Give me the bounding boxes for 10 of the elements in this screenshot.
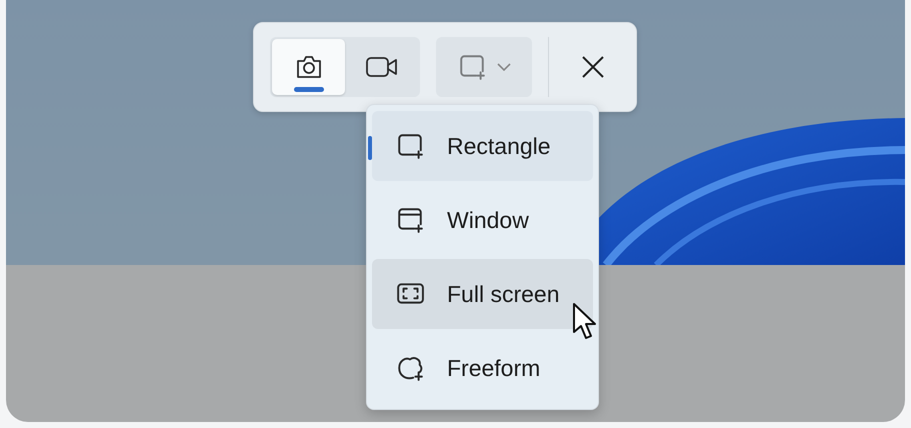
shape-dropdown-button[interactable] (436, 37, 532, 97)
menu-item[interactable]: Window (372, 185, 593, 255)
video-camera-icon (364, 55, 398, 79)
menu-item[interactable]: Freeform (372, 333, 593, 403)
camera-icon (294, 54, 322, 80)
close-icon (580, 55, 605, 79)
menu-item[interactable]: Full screen (372, 259, 593, 329)
photo-mode-button[interactable] (272, 39, 345, 95)
chevron-down-icon (497, 63, 512, 71)
mouse-pointer-icon (572, 302, 598, 342)
